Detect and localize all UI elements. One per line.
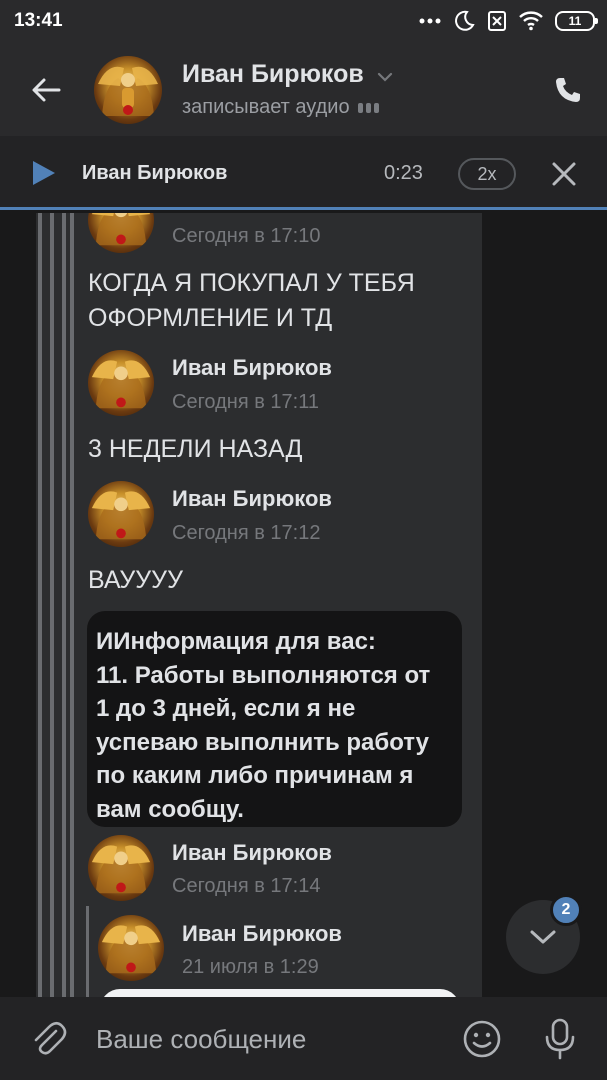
phone-icon — [556, 78, 580, 102]
message-text: 3 НЕДЕЛИ НАЗАД — [88, 435, 303, 463]
info-line: 11. Работы выполняются от — [96, 661, 431, 689]
message-list[interactable]: Сегодня в 17:10 КОГДА Я ПОКУПАЛ У ТЕБЯ О… — [0, 213, 607, 997]
avatar-image — [98, 66, 158, 116]
sender-name[interactable]: Иван Бирюков — [172, 840, 332, 866]
status-bar: 13:41 11 — [0, 0, 607, 44]
unread-count-badge: 2 — [550, 894, 582, 926]
info-line: успеваю выполнить работу — [96, 728, 429, 756]
close-icon — [552, 162, 576, 186]
play-icon — [33, 161, 55, 185]
microphone-icon — [545, 1018, 575, 1060]
wifi-icon — [519, 9, 543, 33]
message-time: Сегодня в 17:11 — [172, 391, 319, 413]
more-dots-icon — [419, 9, 441, 33]
no-sim-icon — [487, 9, 507, 33]
nested-message-bubble[interactable] — [100, 989, 460, 997]
status-time: 13:41 — [14, 10, 63, 31]
player-track-name[interactable]: Иван Бирюков — [82, 162, 227, 185]
sender-name[interactable]: Иван Бирюков — [172, 355, 332, 381]
chevron-down-icon[interactable] — [376, 70, 394, 88]
emoji-button[interactable] — [462, 1019, 502, 1059]
back-arrow-icon — [32, 78, 61, 102]
playback-speed-button[interactable]: 2x — [458, 158, 516, 190]
message-text: КОГДА Я ПОКУПАЛ У ТЕБЯ ОФОРМЛЕНИЕ И ТД — [88, 269, 415, 332]
nested-quote-bar — [86, 906, 89, 997]
contact-avatar[interactable] — [94, 56, 162, 124]
contact-status: записывает аудио — [182, 96, 379, 119]
quote-bar — [38, 213, 42, 997]
play-button[interactable] — [28, 158, 58, 188]
player-close-button[interactable] — [548, 158, 580, 190]
sender-avatar[interactable] — [88, 350, 154, 416]
moon-icon — [453, 9, 475, 33]
battery-icon: 11 — [555, 11, 598, 31]
info-line: вам сообщу. — [96, 795, 244, 823]
info-line: ИИнформация для вас: — [96, 628, 376, 655]
battery-level: 11 — [568, 14, 582, 28]
audio-player: Иван Бирюков 0:23 2x — [0, 136, 607, 210]
back-button[interactable] — [26, 70, 66, 110]
chevron-down-icon — [530, 930, 556, 944]
sender-avatar[interactable] — [98, 915, 164, 981]
emoji-icon — [463, 1020, 501, 1058]
quote-bar — [70, 213, 74, 997]
message-time: Сегодня в 17:12 — [172, 522, 321, 544]
paperclip-icon — [34, 1021, 67, 1055]
quote-bar — [50, 213, 54, 997]
quote-bar — [62, 213, 66, 997]
contact-name[interactable]: Иван Бирюков — [182, 60, 364, 89]
message-composer — [0, 997, 607, 1080]
message-time: Сегодня в 17:10 — [172, 225, 321, 247]
microphone-button[interactable] — [540, 1017, 580, 1061]
recording-indicator-icon — [357, 102, 379, 113]
message-time: 21 июля в 1:29 — [182, 956, 319, 978]
message-text: ВАУУУУ — [88, 566, 183, 594]
call-button[interactable] — [548, 70, 588, 110]
status-icons: 11 — [419, 9, 598, 33]
info-message-bubble[interactable]: ИИнформация для вас: 11. Работы выполняю… — [87, 611, 462, 827]
status-text: записывает аудио — [182, 96, 350, 118]
info-line: по каким либо причинам я — [96, 762, 414, 789]
sender-name[interactable]: Иван Бирюков — [182, 921, 342, 947]
sender-avatar[interactable] — [88, 481, 154, 547]
info-line: 1 до 3 дней, если я не — [96, 695, 356, 722]
chat-header: Иван Бирюков записывает аудио — [0, 44, 607, 136]
sender-name[interactable]: Иван Бирюков — [172, 486, 332, 512]
message-time: Сегодня в 17:14 — [172, 875, 321, 897]
message-input[interactable] — [96, 1021, 436, 1057]
attach-button[interactable] — [28, 1019, 68, 1059]
player-elapsed: 0:23 — [384, 162, 423, 184]
sender-avatar[interactable] — [88, 835, 154, 901]
